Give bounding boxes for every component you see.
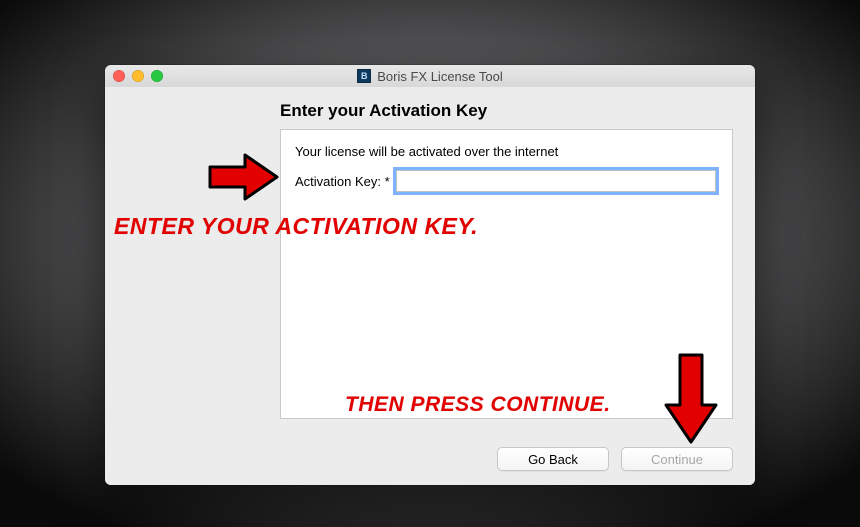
activation-key-input[interactable] [396, 170, 716, 192]
continue-button[interactable]: Continue [621, 447, 733, 471]
window-title: Boris FX License Tool [377, 69, 503, 84]
zoom-icon[interactable] [151, 70, 163, 82]
close-icon[interactable] [113, 70, 125, 82]
window-title-wrap: Boris FX License Tool [357, 69, 503, 84]
minimize-icon[interactable] [132, 70, 144, 82]
activation-key-label: Activation Key: * [295, 174, 390, 189]
traffic-lights [113, 70, 163, 82]
info-text: Your license will be activated over the … [295, 144, 558, 159]
go-back-button[interactable]: Go Back [497, 447, 609, 471]
continue-label: Continue [651, 452, 703, 467]
titlebar: Boris FX License Tool [105, 65, 755, 88]
activation-panel: Your license will be activated over the … [280, 129, 733, 419]
button-row: Go Back Continue [497, 447, 733, 471]
app-icon [357, 69, 371, 83]
go-back-label: Go Back [528, 452, 578, 467]
page-heading: Enter your Activation Key [280, 101, 487, 121]
license-tool-window: Boris FX License Tool Enter your Activat… [105, 65, 755, 485]
window-content: Enter your Activation Key Your license w… [105, 87, 755, 485]
activation-key-row: Activation Key: * [295, 170, 716, 192]
